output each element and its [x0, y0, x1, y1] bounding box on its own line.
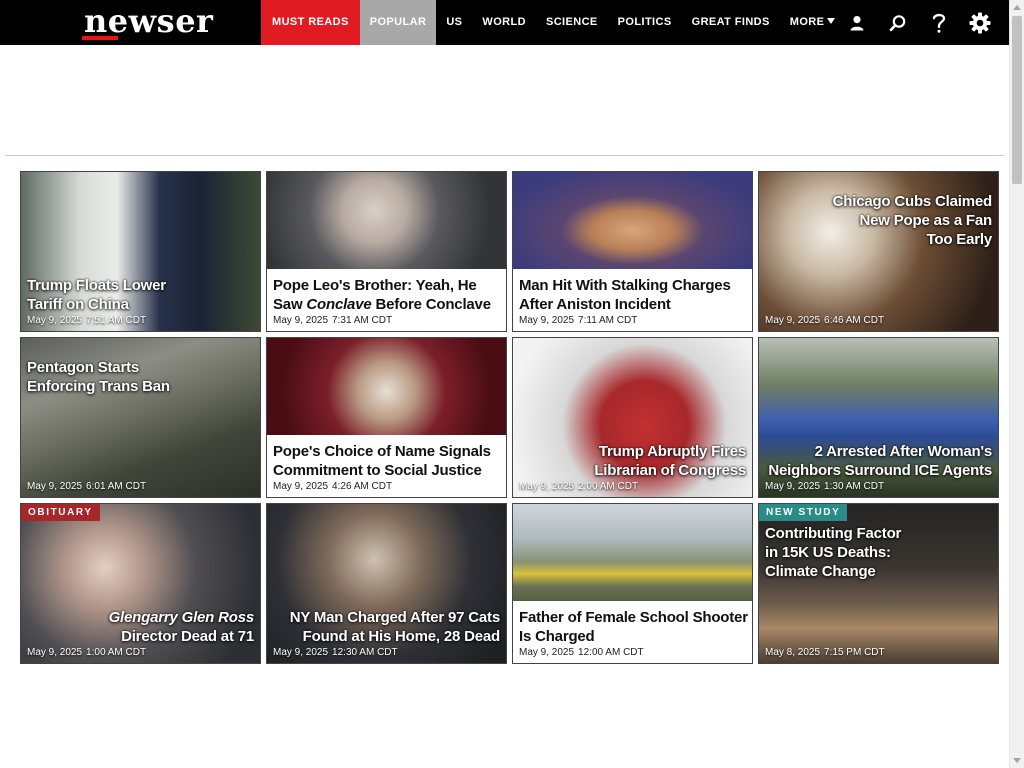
scroll-up-arrow-icon[interactable]: [1013, 5, 1021, 10]
story-date-day: May 9, 2025: [273, 481, 329, 492]
story-date: May 9, 2025 6:01 AM CDT: [27, 481, 146, 493]
story-date-time: 7:51 AM CDT: [86, 315, 147, 326]
story-date: May 9, 2025 7:11 AM CDT: [519, 315, 637, 327]
nav-must-reads[interactable]: Must Reads: [261, 0, 360, 45]
search-button[interactable]: [877, 0, 918, 45]
story-card[interactable]: Pope's Choice of Name Signals Commitment…: [266, 337, 507, 498]
top-nav-bar: newser Must Reads Popular US World Scien…: [0, 0, 1009, 45]
story-card[interactable]: Chicago Cubs Claimed New Pope as a Fan T…: [758, 171, 999, 332]
story-card[interactable]: Man Hit With Stalking Charges After Anis…: [512, 171, 753, 332]
account-button[interactable]: [836, 0, 877, 45]
story-date: May 9, 2025 2:00 AM CDT: [519, 481, 638, 493]
story-date: May 9, 2025 12:30 AM CDT: [273, 647, 398, 659]
story-card[interactable]: OBITUARY Glengarry Glen Ross Director Dea…: [20, 503, 261, 664]
story-headline: NY Man Charged After 97 Cats Found at Hi…: [289, 609, 500, 645]
story-image: [267, 338, 506, 435]
story-date: May 9, 2025 1:00 AM CDT: [27, 647, 146, 659]
logo-accent: [82, 36, 118, 40]
story-headline: Glengarry Glen Ross Director Dead at 71: [84, 608, 255, 646]
story-date-day: May 9, 2025: [519, 481, 575, 492]
main-nav: Must Reads Popular US World Science Poli…: [261, 0, 845, 45]
account-icon: [850, 15, 863, 30]
story-date-day: May 9, 2025: [765, 315, 821, 326]
story-image: [267, 172, 506, 269]
story-headline: Father of Female School Shooter Is Charg…: [519, 609, 748, 645]
scroll-thumb[interactable]: [1012, 16, 1022, 184]
help-button[interactable]: [918, 0, 959, 45]
site-logo[interactable]: newser: [84, 3, 213, 39]
story-date-time: 4:26 AM CDT: [332, 481, 393, 492]
nav-more-label: More: [789, 16, 825, 28]
story-date-time: 12:00 AM CDT: [578, 647, 644, 658]
nav-politics[interactable]: Politics: [608, 0, 682, 45]
story-date-time: 7:15 PM CDT: [824, 647, 885, 658]
story-date: May 9, 2025 6:46 AM CDT: [765, 315, 884, 327]
story-headline-title: Conclave: [306, 296, 372, 313]
page-scrollbar[interactable]: [1009, 0, 1024, 768]
story-date-day: May 9, 2025: [273, 647, 329, 658]
story-date-time: 12:30 AM CDT: [332, 647, 398, 658]
story-date-day: May 8, 2025: [765, 647, 821, 658]
story-headline: Pentagon Starts Enforcing Trans Ban: [27, 359, 170, 395]
nav-us[interactable]: US: [436, 0, 472, 45]
story-headline: Pope's Choice of Name Signals Commitment…: [273, 443, 491, 479]
story-date-time: 1:00 AM CDT: [86, 647, 147, 658]
story-headline-title: Glengarry Glen Ross: [108, 609, 255, 626]
story-date-time: 7:31 AM CDT: [332, 315, 393, 326]
help-icon: [932, 13, 945, 33]
story-card[interactable]: 2 Arrested After Woman's Neighbors Surro…: [758, 337, 999, 498]
settings-icon: [969, 12, 990, 33]
story-date-day: May 9, 2025: [27, 481, 83, 492]
story-card[interactable]: NEW STUDY Contributing Factor in 15K US …: [758, 503, 999, 664]
story-date-day: May 9, 2025: [519, 647, 575, 658]
nav-popular[interactable]: Popular: [359, 0, 437, 45]
header-tools: [836, 0, 1000, 45]
story-date-day: May 9, 2025: [765, 481, 821, 492]
story-date-day: May 9, 2025: [27, 315, 83, 326]
story-card[interactable]: NY Man Charged After 97 Cats Found at Hi…: [266, 503, 507, 664]
story-headline: Trump Abruptly Fires Librarian of Congre…: [594, 443, 746, 479]
nav-science[interactable]: Science: [536, 0, 608, 45]
story-date-time: 6:01 AM CDT: [86, 481, 147, 492]
story-date: May 9, 2025 12:00 AM CDT: [519, 647, 644, 659]
scroll-down-arrow-icon[interactable]: [1013, 758, 1021, 763]
story-date-day: May 9, 2025: [27, 647, 83, 658]
story-card[interactable]: Trump Abruptly Fires Librarian of Congre…: [512, 337, 753, 498]
story-date: May 9, 2025 7:31 AM CDT: [273, 315, 392, 327]
story-card[interactable]: Pope Leo's Brother: Yeah, He Saw Conclav…: [266, 171, 507, 332]
story-card[interactable]: Pentagon Starts Enforcing Trans Ban May …: [20, 337, 261, 498]
ad-divider: [5, 155, 1004, 156]
story-headline: Trump Floats Lower Tariff on China: [27, 277, 166, 313]
story-date: May 9, 2025 1:30 AM CDT: [765, 481, 884, 493]
story-card[interactable]: Father of Female School Shooter Is Charg…: [512, 503, 753, 664]
story-date: May 8, 2025 7:15 PM CDT: [765, 647, 885, 659]
story-image: [513, 504, 752, 601]
settings-button[interactable]: [959, 0, 1000, 45]
story-headline: Man Hit With Stalking Charges After Anis…: [519, 277, 731, 313]
search-icon: [889, 14, 905, 31]
story-date-time: 6:46 AM CDT: [824, 315, 885, 326]
new-study-tag: NEW STUDY: [759, 504, 848, 521]
story-headline: Pope Leo's Brother: Yeah, He Saw Conclav…: [273, 276, 505, 314]
story-image: [513, 172, 752, 269]
story-headline-part: Before Conclave: [371, 296, 491, 313]
story-headline: Contributing Factor in 15K US Deaths: Cl…: [765, 525, 902, 580]
nav-great-finds[interactable]: Great Finds: [682, 0, 780, 45]
story-date-time: 7:11 AM CDT: [578, 315, 638, 326]
story-headline: 2 Arrested After Woman's Neighbors Surro…: [768, 443, 992, 479]
story-date: May 9, 2025 7:51 AM CDT: [27, 315, 146, 327]
caret-down-icon: [827, 18, 836, 24]
story-date: May 9, 2025 4:26 AM CDT: [273, 481, 392, 493]
story-date-day: May 9, 2025: [273, 315, 329, 326]
story-headline-part: Director Dead at 71: [121, 628, 254, 645]
obituary-tag: OBITUARY: [21, 504, 100, 521]
story-card[interactable]: Trump Floats Lower Tariff on China May 9…: [20, 171, 261, 332]
story-headline: Chicago Cubs Claimed New Pope as a Fan T…: [832, 193, 993, 248]
story-date-time: 1:30 AM CDT: [824, 481, 885, 492]
nav-world[interactable]: World: [472, 0, 536, 45]
story-date-day: May 9, 2025: [519, 315, 575, 326]
story-date-time: 2:00 AM CDT: [578, 481, 639, 492]
